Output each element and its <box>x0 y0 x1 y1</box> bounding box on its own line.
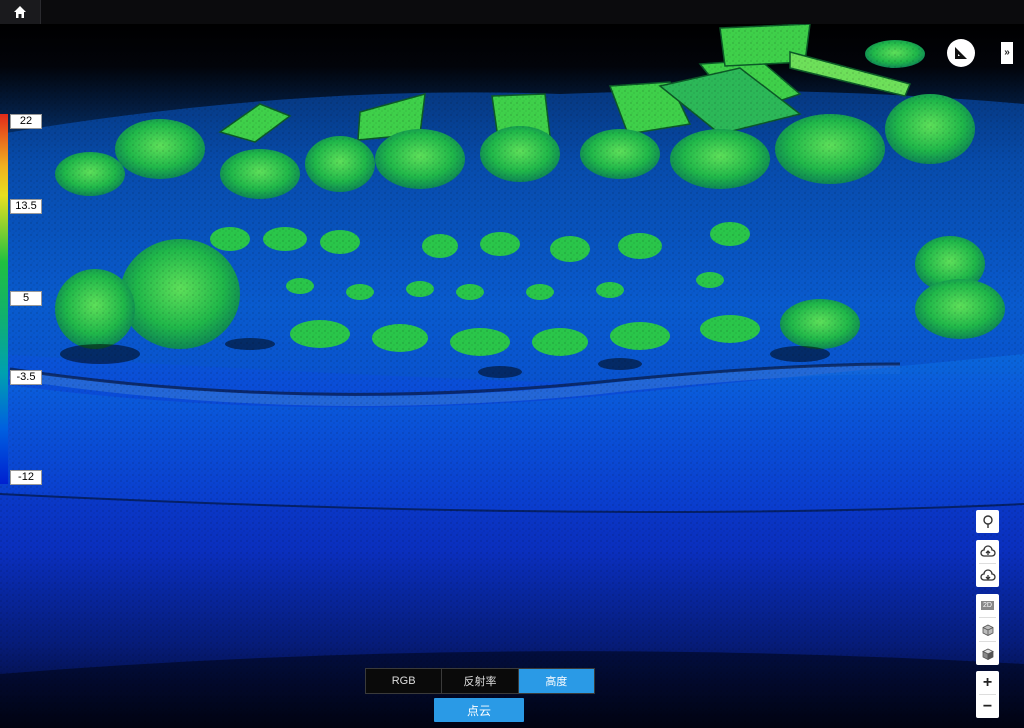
mode-height-button[interactable]: 高度 <box>518 669 594 693</box>
cloud-download-icon <box>979 568 996 581</box>
legend-label-min: -12 <box>10 470 42 485</box>
legend-label-lower: -3.5 <box>10 370 42 385</box>
measure-icon <box>955 47 967 59</box>
top-bar <box>0 0 1024 24</box>
cloud-upload-icon <box>979 544 996 557</box>
view-3d-shaded-button[interactable] <box>976 642 999 665</box>
view-mode-group: 2D <box>976 594 999 665</box>
cloud-download-button[interactable] <box>976 564 999 587</box>
tree-filter-group <box>976 510 999 533</box>
mode-rgb-button[interactable]: RGB <box>366 669 443 693</box>
legend-label-mid: 5 <box>10 291 42 306</box>
cube-shaded-icon <box>981 648 994 660</box>
zoom-out-button[interactable]: − <box>976 695 999 718</box>
color-mode-toggle: RGB 反射率 高度 <box>365 668 595 694</box>
view-3d-button[interactable] <box>976 618 999 641</box>
tree-toggle-button[interactable] <box>976 510 999 533</box>
cube-icon <box>982 624 993 636</box>
point-cloud-render <box>0 24 1024 728</box>
cloud-action-group <box>976 540 999 587</box>
expand-panel-button[interactable]: » <box>1001 42 1013 64</box>
legend-label-max: 22 <box>10 114 42 129</box>
pointcloud-button[interactable]: 点云 <box>434 698 524 722</box>
legend-label-upper: 13.5 <box>10 199 42 214</box>
measure-button[interactable] <box>947 39 975 67</box>
cloud-upload-button[interactable] <box>976 540 999 563</box>
home-icon <box>14 6 26 18</box>
view-2d-button[interactable]: 2D <box>976 594 999 617</box>
home-button[interactable] <box>0 0 41 24</box>
zoom-group: + − <box>976 671 999 718</box>
mode-reflectance-button[interactable]: 反射率 <box>442 669 519 693</box>
view-2d-label: 2D <box>981 601 994 610</box>
zoom-in-button[interactable]: + <box>976 671 999 694</box>
height-legend-bar <box>0 114 8 484</box>
point-cloud-viewport[interactable] <box>0 24 1024 728</box>
tree-icon <box>982 514 993 528</box>
